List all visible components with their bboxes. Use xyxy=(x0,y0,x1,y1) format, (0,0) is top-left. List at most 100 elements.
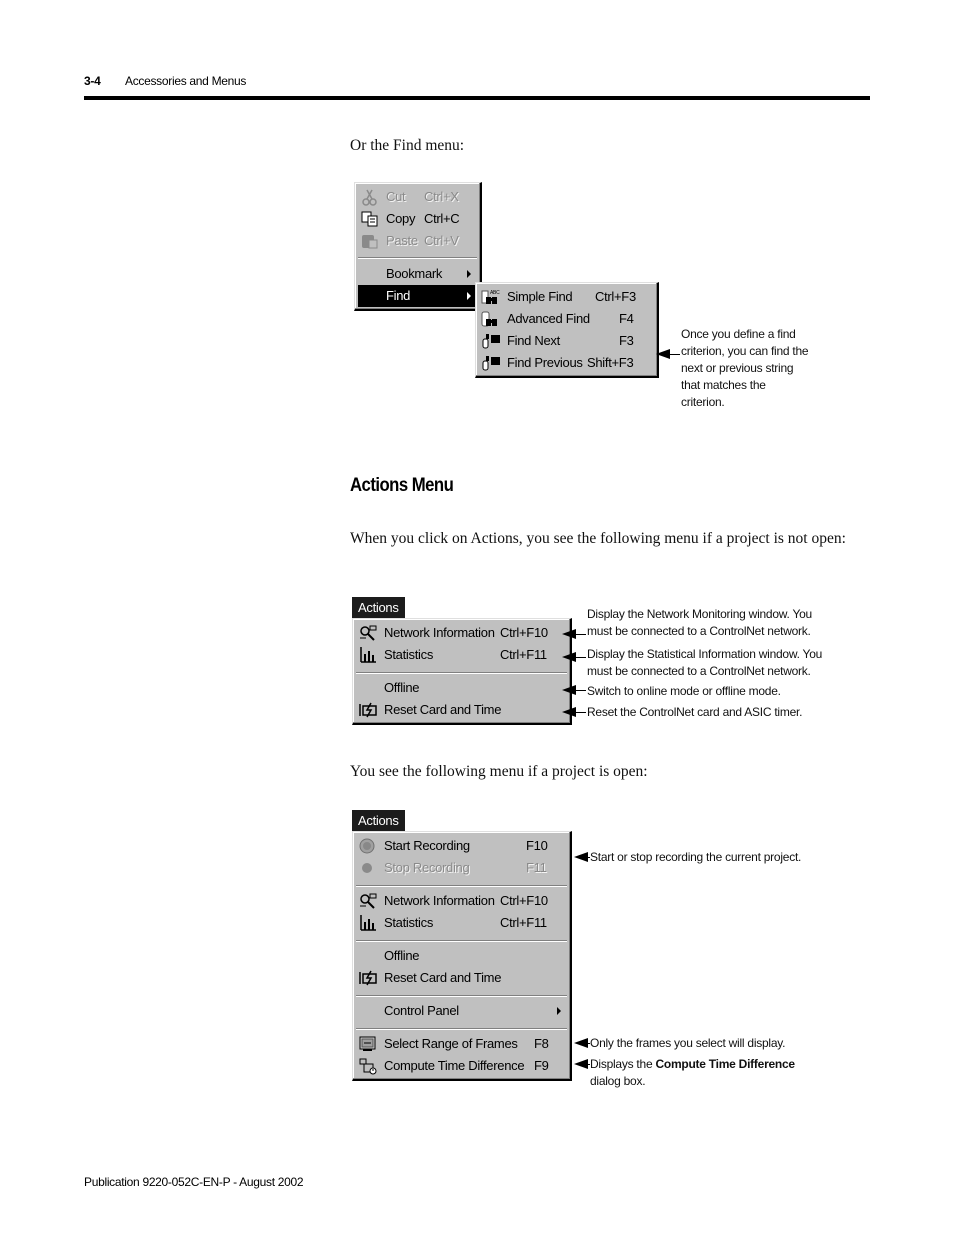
menu-label: Find Next xyxy=(507,333,560,348)
menu-item-find-next[interactable]: Find Next F3 xyxy=(479,330,654,352)
menu-item-reset-card-and-time[interactable]: Reset Card and Time xyxy=(356,967,567,989)
menu-item-offline[interactable]: Offline xyxy=(356,945,567,967)
reset-callout: Reset the ControlNet card and ASIC timer… xyxy=(587,705,803,719)
menu-shortcut: F4 xyxy=(619,311,634,326)
submenu-arrow-icon xyxy=(467,292,471,300)
menu-label: Statistics xyxy=(384,647,434,662)
menu-item-select-range-of-frames[interactable]: Select Range of Frames F8 xyxy=(356,1033,567,1055)
menu-item-offline[interactable]: Offline xyxy=(356,677,567,699)
menu-item-find-previous[interactable]: Find Previous Shift+F3 xyxy=(479,352,654,374)
advanced-find-binoculars-icon xyxy=(481,311,497,327)
callout-leader xyxy=(572,634,586,635)
menu-item-copy[interactable]: Copy Ctrl+C xyxy=(358,208,477,230)
menu-separator xyxy=(356,1028,567,1030)
menu-shortcut: F10 xyxy=(526,838,548,853)
callout-leader xyxy=(572,690,586,691)
intro-find-text: Or the Find menu: xyxy=(350,137,465,154)
menu-shortcut: Ctrl+C xyxy=(424,211,460,226)
find-previous-binoculars-icon xyxy=(482,356,500,371)
menu-item-stop-recording[interactable]: Stop Recording F11 xyxy=(356,857,567,879)
network-info-icon xyxy=(360,625,377,641)
statistics-callout: Display the Statistical Information wind… xyxy=(587,647,823,678)
menu-shortcut: Ctrl+F3 xyxy=(595,289,636,304)
copy-icon xyxy=(361,211,378,227)
menu-label: Cut xyxy=(386,189,406,204)
actions-menu-not-open: Network Information Ctrl+F10 Statistics … xyxy=(352,618,572,725)
menu-item-start-recording[interactable]: Start Recording F10 xyxy=(356,835,567,857)
menu-label: Copy xyxy=(386,211,416,226)
menu-label: Advanced Find xyxy=(507,311,590,326)
header-rule xyxy=(84,96,870,100)
menu-item-statistics[interactable]: Statistics Ctrl+F11 xyxy=(356,912,567,934)
menu-label: Offline xyxy=(384,948,420,963)
menu-shortcut: Ctrl+X xyxy=(424,189,459,204)
menu-shortcut: Ctrl+F10 xyxy=(500,893,548,908)
paste-icon xyxy=(362,235,378,249)
menu-item-network-information[interactable]: Network Information Ctrl+F10 xyxy=(356,622,567,644)
compute-callout-bold: Compute Time Difference xyxy=(655,1057,795,1071)
callout-leader xyxy=(666,354,680,355)
menu-separator xyxy=(356,940,567,942)
compute-callout: Displays the Compute Time Difference dia… xyxy=(590,1056,810,1090)
reset-card-icon xyxy=(359,970,377,986)
network-info-icon xyxy=(360,893,377,909)
menu-label: Stop Recording xyxy=(384,860,470,875)
menu-separator xyxy=(358,257,477,259)
menu-item-statistics[interactable]: Statistics Ctrl+F11 xyxy=(356,644,567,666)
reset-card-icon xyxy=(359,702,377,718)
menu-separator xyxy=(356,672,567,674)
menu-shortcut: F8 xyxy=(534,1036,549,1051)
find-callout: Once you define a find criterion, you ca… xyxy=(681,327,809,409)
menu-item-advanced-find[interactable]: Advanced Find F4 xyxy=(479,308,654,330)
menu-item-compute-time-difference[interactable]: Compute Time Difference F9 xyxy=(356,1055,567,1077)
find-submenu: ABC Simple Find Ctrl+F3 Advanced Find F4… xyxy=(475,282,659,378)
menu-item-find[interactable]: Find xyxy=(358,285,477,307)
record-icon xyxy=(359,838,375,854)
menu-label: Paste xyxy=(386,233,418,248)
menu-label: Offline xyxy=(384,680,420,695)
network-info-callout: Display the Network Monitoring window. Y… xyxy=(587,607,812,638)
menu-separator xyxy=(356,995,567,997)
actions-menu-open: Start Recording F10 Stop Recording F11 N… xyxy=(352,831,572,1081)
menu-label: Network Information xyxy=(384,893,495,908)
offline-callout: Switch to online mode or offline mode. xyxy=(587,684,781,698)
stop-record-icon xyxy=(362,863,372,873)
statistics-chart-icon xyxy=(360,915,376,931)
menu-item-cut[interactable]: Cut Ctrl+X xyxy=(358,186,477,208)
menu-label: Simple Find xyxy=(507,289,573,304)
submenu-arrow-icon xyxy=(467,270,471,278)
menu-item-simple-find[interactable]: ABC Simple Find Ctrl+F3 xyxy=(479,286,654,308)
callout-leader xyxy=(572,657,586,658)
menu-label: Compute Time Difference xyxy=(384,1058,525,1073)
compute-time-icon xyxy=(359,1058,377,1075)
submenu-arrow-icon xyxy=(557,1007,561,1015)
edit-menu: Cut Ctrl+X Copy Ctrl+C Paste Ctrl+V Book… xyxy=(354,182,482,311)
menu-label: Start Recording xyxy=(384,838,470,853)
menu-item-reset-card-and-time[interactable]: Reset Card and Time xyxy=(356,699,567,721)
menu-shortcut: Ctrl+F10 xyxy=(500,625,548,640)
menu-label: Find xyxy=(386,288,411,303)
menu-item-control-panel[interactable]: Control Panel xyxy=(356,1000,567,1022)
menu-shortcut: Ctrl+F11 xyxy=(500,647,547,662)
menu-label: Statistics xyxy=(384,915,434,930)
publication-footer: Publication 9220-052C-EN-P - August 2002 xyxy=(84,1175,304,1189)
menu-item-network-information[interactable]: Network Information Ctrl+F10 xyxy=(356,890,567,912)
svg-text:ABC: ABC xyxy=(490,290,500,296)
callout-leader xyxy=(572,712,586,713)
menu-item-bookmark[interactable]: Bookmark xyxy=(358,263,477,285)
menu-label: Find Previous xyxy=(507,355,583,370)
compute-callout-suffix: dialog box. xyxy=(590,1074,646,1088)
menu-shortcut: F9 xyxy=(534,1058,549,1073)
menu-shortcut: Shift+F3 xyxy=(587,355,634,370)
statistics-chart-icon xyxy=(360,647,376,663)
select-frames-icon xyxy=(359,1036,376,1051)
menu-label: Control Panel xyxy=(384,1003,459,1018)
menu-item-paste[interactable]: Paste Ctrl+V xyxy=(358,230,477,252)
actions-menu-title[interactable]: Actions xyxy=(352,597,405,618)
actions-menu-title[interactable]: Actions xyxy=(352,810,405,831)
find-next-binoculars-icon xyxy=(482,334,500,349)
page-number: 3-4 xyxy=(84,74,101,88)
chapter-title: Accessories and Menus xyxy=(125,74,247,88)
frames-callout: Only the frames you select will display. xyxy=(590,1036,786,1050)
compute-callout-prefix: Displays the xyxy=(590,1057,656,1071)
